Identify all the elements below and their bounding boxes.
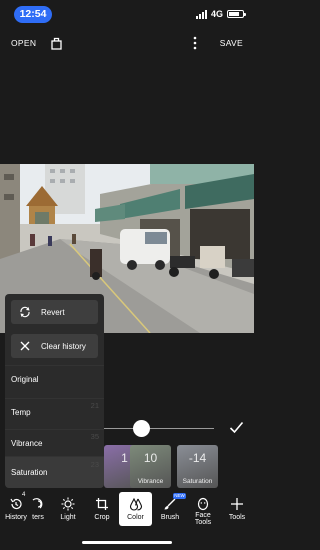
history-item-saturation[interactable]: Saturation 23: [5, 456, 104, 488]
color-tile-vibrance[interactable]: 10 Vibrance: [130, 445, 171, 488]
status-bar: 12:54 4G: [0, 0, 254, 30]
history-panel: Revert Clear history Original Temp 21 Vi…: [5, 294, 104, 488]
tool-label: Brush: [160, 514, 180, 521]
revert-icon: [20, 306, 30, 318]
filters-icon: [32, 498, 43, 509]
tool-label: Crop: [94, 514, 110, 521]
clear-history-label: Clear history: [41, 341, 86, 351]
save-button[interactable]: SAVE: [220, 38, 243, 48]
tool-label: Color: [127, 514, 144, 521]
share-icon[interactable]: [51, 37, 62, 50]
tool-bar: History 4 ters Light Crop Color Brush Fa…: [0, 492, 254, 526]
history-count: 4: [22, 492, 26, 498]
tile-label: Vibrance: [137, 478, 164, 485]
adjustment-slider-track[interactable]: [104, 428, 214, 429]
history-item-temp[interactable]: Temp 21: [5, 398, 104, 426]
face-icon: [197, 497, 209, 511]
light-icon: [61, 497, 75, 511]
status-indicators: 4G: [195, 9, 246, 19]
tile-value: 10: [143, 451, 158, 465]
tool-label: History: [5, 514, 27, 521]
history-item-label: Temp: [11, 408, 31, 417]
tile-label: Saturation: [182, 478, 213, 485]
color-tile-saturation[interactable]: -14 Saturation: [177, 445, 218, 488]
revert-label: Revert: [41, 307, 65, 317]
network-label: 4G: [210, 9, 223, 19]
history-item-num: 35: [90, 432, 99, 441]
revert-button[interactable]: Revert: [11, 300, 98, 324]
history-item-label: Vibrance: [11, 439, 43, 448]
clear-history-button[interactable]: Clear history: [11, 334, 98, 358]
brush-icon: [164, 498, 176, 510]
tool-color[interactable]: Color: [119, 492, 152, 526]
history-item-label: Saturation: [11, 468, 48, 477]
adjustment-slider-thumb[interactable]: [133, 420, 151, 437]
tool-tools[interactable]: Tools: [224, 492, 250, 526]
plus-icon: [231, 498, 243, 510]
tool-crop[interactable]: Crop: [89, 492, 115, 526]
tool-face[interactable]: Face Tools: [190, 492, 216, 526]
close-icon: [20, 341, 30, 351]
tool-filters[interactable]: ters: [30, 492, 46, 526]
history-icon: [10, 498, 22, 510]
history-item-vibrance[interactable]: Vibrance 35: [5, 429, 104, 457]
history-item-label: Original: [11, 375, 39, 384]
tool-label: Face Tools: [194, 512, 212, 526]
check-icon[interactable]: [229, 421, 244, 434]
new-badge: NEW: [173, 493, 186, 499]
tool-label: Light: [60, 514, 76, 521]
tool-label: Tools: [228, 514, 246, 521]
open-button[interactable]: OPEN: [11, 38, 36, 48]
color-drop-icon: [129, 497, 142, 511]
signal-icon: [195, 9, 207, 19]
status-time: 12:54: [14, 6, 52, 23]
history-item-original[interactable]: Original: [5, 365, 104, 393]
top-bar: OPEN SAVE: [0, 32, 254, 56]
crop-icon: [96, 498, 108, 510]
tool-light[interactable]: Light: [55, 492, 81, 526]
more-vertical-icon[interactable]: [193, 36, 197, 50]
battery-icon: [227, 10, 246, 18]
history-item-num: 21: [90, 401, 99, 410]
home-indicator: [82, 541, 172, 544]
history-item-num: 23: [90, 460, 99, 469]
tile-value: -14: [188, 451, 207, 465]
tool-label: ters: [32, 514, 44, 521]
